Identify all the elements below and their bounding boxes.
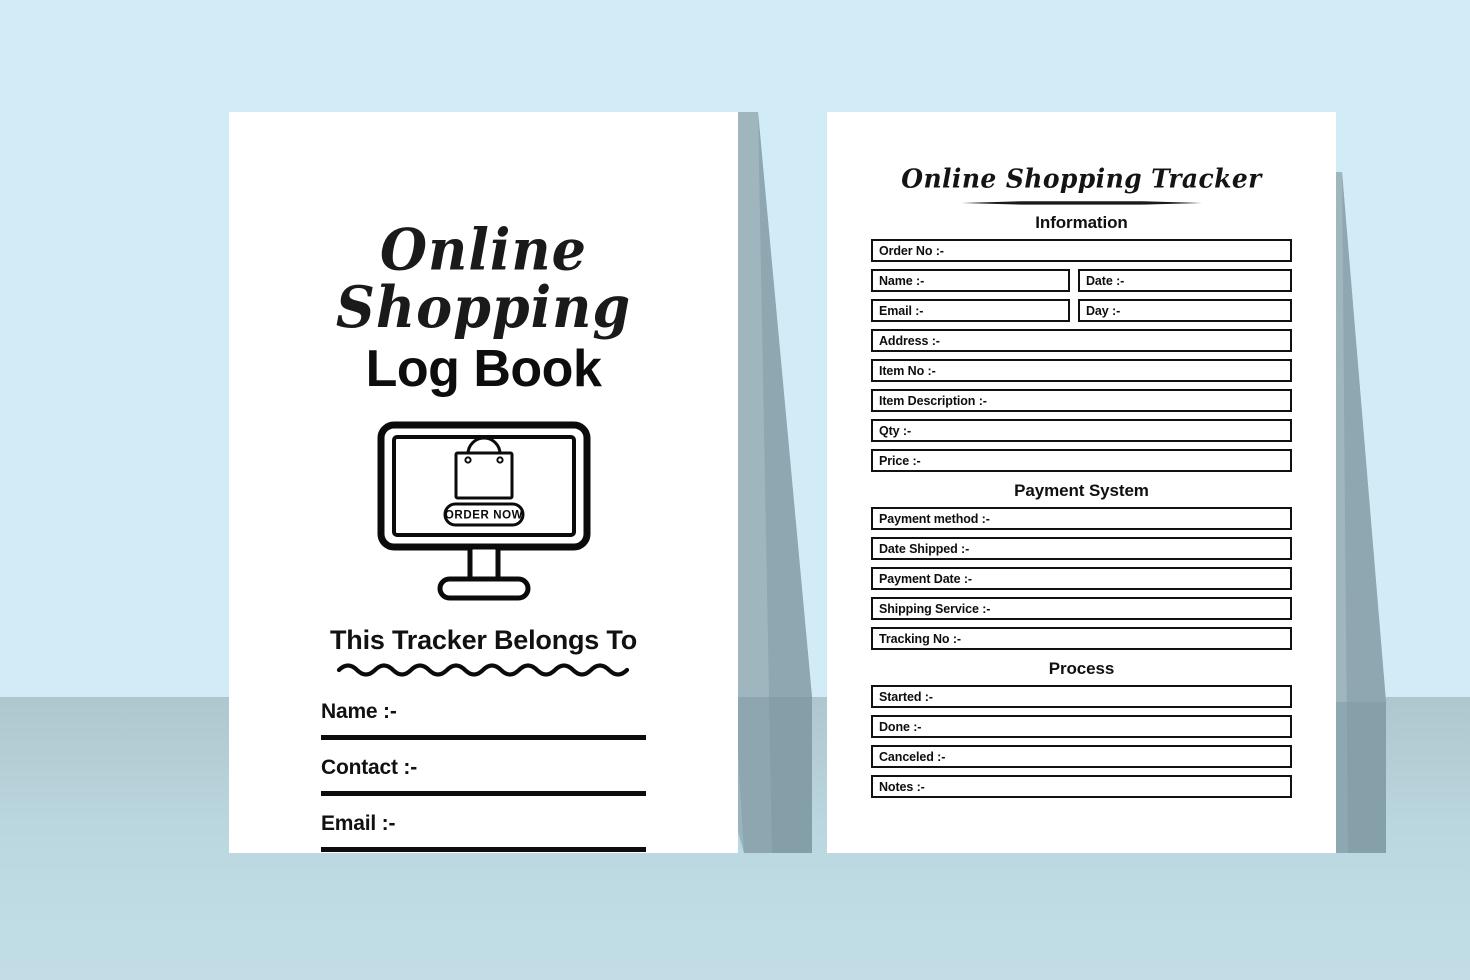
field-day[interactable]: Day :- — [1078, 299, 1292, 322]
field-payment-method[interactable]: Payment method :- — [871, 507, 1292, 530]
field-date[interactable]: Date :- — [1078, 269, 1292, 292]
field-qty[interactable]: Qty :- — [871, 419, 1292, 442]
form-row: Item No :- — [871, 359, 1292, 382]
field-item-description[interactable]: Item Description :- — [871, 389, 1292, 412]
cover-content: Online Shopping Log Book ORDER NOW This … — [229, 112, 738, 868]
monitor-illustration: ORDER NOW — [289, 421, 678, 603]
form-row: Payment Date :- — [871, 567, 1292, 590]
section-heading-payment-system: Payment System — [1014, 481, 1149, 500]
field-shipping-service[interactable]: Shipping Service :- — [871, 597, 1292, 620]
field-label: Payment Date :- — [879, 571, 972, 586]
field-label: Price :- — [879, 453, 921, 468]
field-item-no[interactable]: Item No :- — [871, 359, 1292, 382]
form-row: Tracking No :- — [871, 627, 1292, 650]
cover-field-label-email: Email :- — [321, 811, 396, 835]
cover-field-label-name: Name :- — [321, 699, 397, 723]
form-row: Canceled :- — [871, 745, 1292, 768]
section-heading-process: Process — [1048, 659, 1115, 678]
monitor-icon: ORDER NOW — [377, 421, 590, 601]
cover-page: Online Shopping Log Book ORDER NOW This … — [229, 112, 738, 853]
field-label: Qty :- — [879, 423, 912, 438]
cover-field-line-name[interactable] — [321, 734, 646, 740]
field-label: Canceled :- — [879, 749, 946, 764]
form-row: Order No :- — [871, 239, 1292, 262]
form-row: Payment method :- — [871, 507, 1292, 530]
tapered-divider-icon — [961, 201, 1202, 205]
form-row: Shipping Service :- — [871, 597, 1292, 620]
field-label: Date Shipped :- — [879, 541, 970, 556]
field-label: Done :- — [879, 719, 922, 734]
shopping-bag-icon — [454, 451, 513, 500]
field-started[interactable]: Started :- — [871, 685, 1292, 708]
form-row: Date Shipped :- — [871, 537, 1292, 560]
field-label: Shipping Service :- — [879, 601, 991, 616]
cover-field-line-email[interactable] — [321, 846, 646, 852]
cover-owner-fields: Name :- Contact :- Email :- — [289, 700, 678, 852]
field-date-shipped[interactable]: Date Shipped :- — [871, 537, 1292, 560]
field-label: Item No :- — [879, 363, 936, 378]
order-now-label: ORDER NOW — [444, 509, 522, 521]
form-row: Email :- Day :- — [871, 299, 1292, 322]
form-row: Started :- — [871, 685, 1292, 708]
field-label: Day :- — [1086, 303, 1121, 318]
belongs-to-heading: This Tracker Belongs To — [330, 624, 637, 655]
field-label: Name :- — [879, 273, 925, 288]
field-price[interactable]: Price :- — [871, 449, 1292, 472]
form-row: Notes :- — [871, 775, 1292, 798]
field-label: Item Description :- — [879, 393, 987, 408]
field-name[interactable]: Name :- — [871, 269, 1070, 292]
wave-divider — [289, 658, 678, 680]
field-label: Email :- — [879, 303, 924, 318]
field-tracking-no[interactable]: Tracking No :- — [871, 627, 1292, 650]
field-done[interactable]: Done :- — [871, 715, 1292, 738]
form-row: Address :- — [871, 329, 1292, 352]
field-label: Address :- — [879, 333, 940, 348]
field-label: Order No :- — [879, 243, 944, 258]
field-label: Notes :- — [879, 779, 925, 794]
field-label: Tracking No :- — [879, 631, 961, 646]
cover-title-block: Log Book — [365, 340, 602, 398]
form-row: Price :- — [871, 449, 1292, 472]
field-notes[interactable]: Notes :- — [871, 775, 1292, 798]
form-row: Qty :- — [871, 419, 1292, 442]
section-heading-information: Information — [1035, 213, 1128, 232]
tracker-title: Online Shopping Tracker — [901, 163, 1262, 194]
field-payment-date[interactable]: Payment Date :- — [871, 567, 1292, 590]
cover-title-script: Online Shopping — [335, 215, 632, 341]
form-row: Item Description :- — [871, 389, 1292, 412]
form-row: Done :- — [871, 715, 1292, 738]
title-divider — [871, 199, 1292, 207]
field-label: Started :- — [879, 689, 933, 704]
field-canceled[interactable]: Canceled :- — [871, 745, 1292, 768]
inside-page: Online Shopping Tracker Information Order… — [827, 112, 1336, 853]
form-row: Name :- Date :- — [871, 269, 1292, 292]
wavy-underline-icon — [336, 663, 629, 677]
cover-field-label-contact: Contact :- — [321, 755, 417, 779]
field-label: Date :- — [1086, 273, 1125, 288]
inside-content: Online Shopping Tracker Information Order… — [871, 163, 1292, 798]
cover-field-line-contact[interactable] — [321, 790, 646, 796]
field-label: Payment method :- — [879, 511, 990, 526]
field-email[interactable]: Email :- — [871, 299, 1070, 322]
field-order-no[interactable]: Order No :- — [871, 239, 1292, 262]
form-sections: Information Order No :- Name :- Date :- Emai… — [871, 213, 1292, 798]
field-address[interactable]: Address :- — [871, 329, 1292, 352]
scene: Online Shopping Log Book ORDER NOW This … — [0, 0, 1470, 980]
